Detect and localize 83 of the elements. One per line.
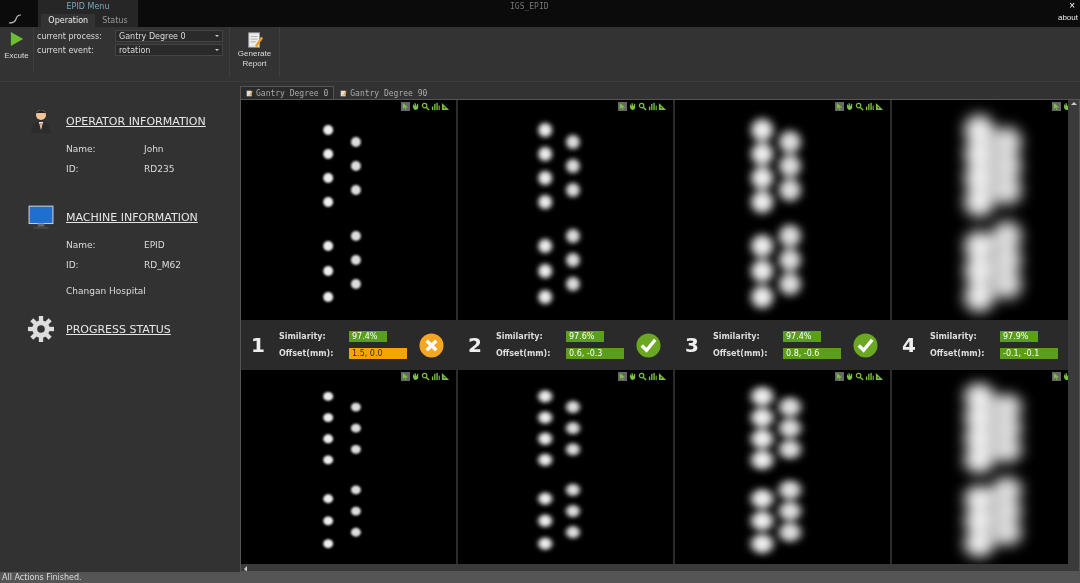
check-circle-icon: [636, 332, 661, 358]
histogram-tool-icon[interactable]: [648, 372, 657, 381]
angle-tool-icon[interactable]: [875, 102, 884, 111]
result-number: 2: [468, 333, 483, 357]
similarity-value: 97.4%: [783, 331, 821, 342]
execute-button[interactable]: Excute: [0, 27, 34, 73]
offset-label: Offset(mm):: [713, 349, 769, 358]
hand-tool-icon[interactable]: [845, 102, 854, 111]
check-circle-icon: [853, 332, 878, 358]
hand-tool-icon[interactable]: [411, 102, 420, 111]
info-label: Name:: [66, 240, 97, 252]
zoom-tool-icon[interactable]: [421, 372, 430, 381]
similarity-label: Similarity:: [930, 332, 978, 341]
offset-value: 1.5, 0.0: [349, 348, 407, 359]
info-value: EPID: [144, 240, 165, 252]
field-label: current event:: [37, 45, 95, 55]
hand-tool-icon[interactable]: [628, 372, 637, 381]
result-number: 3: [685, 333, 700, 357]
info-value: RD235: [144, 164, 175, 176]
similarity-value: 97.6%: [566, 331, 604, 342]
info-value: John: [144, 144, 164, 156]
section-title: PROGRESS STATUS: [66, 322, 171, 336]
field-label: current process:: [37, 31, 103, 41]
offset-value: 0.8, -0.6: [783, 348, 841, 359]
play-icon: [9, 31, 24, 47]
close-button[interactable]: ×: [1066, 0, 1078, 11]
document-icon: [246, 89, 253, 97]
offset-label: Offset(mm):: [279, 349, 335, 358]
similarity-value: 97.4%: [349, 331, 387, 342]
angle-tool-icon[interactable]: [875, 372, 884, 381]
angle-tool-icon[interactable]: [441, 102, 450, 111]
info-label: ID:: [66, 164, 80, 176]
offset-value: -0.1, -0.1: [1000, 348, 1058, 359]
section-title: MACHINE INFORMATION: [66, 210, 198, 224]
monitor-icon: [28, 204, 54, 230]
zoom-tool-icon[interactable]: [421, 102, 430, 111]
document-icon: [340, 89, 348, 97]
window-title: IGS_EPID: [510, 2, 549, 11]
section-title: OPERATOR INFORMATION: [66, 114, 206, 128]
histogram-tool-icon[interactable]: [431, 372, 440, 381]
menu-group-title: EPID Menu: [66, 2, 110, 11]
dropdown-field[interactable]: rotation: [115, 44, 223, 56]
result-number: 4: [902, 333, 917, 357]
image-tab[interactable]: Gantry Degree 0: [240, 86, 335, 99]
hand-tool-icon[interactable]: [628, 102, 637, 111]
similarity-label: Similarity:: [496, 332, 544, 341]
image-tab[interactable]: Gantry Degree 90: [334, 86, 434, 99]
angle-tool-icon[interactable]: [658, 372, 667, 381]
histogram-tool-icon[interactable]: [865, 372, 874, 381]
zoom-tool-icon[interactable]: [638, 372, 647, 381]
angle-tool-icon[interactable]: [441, 372, 450, 381]
generate-report-button[interactable]: Generate Report: [230, 27, 280, 77]
zoom-tool-icon[interactable]: [855, 102, 864, 111]
hand-tool-icon[interactable]: [411, 372, 420, 381]
hospital-name: Changan Hospital: [66, 286, 147, 296]
document-pencil-icon: [245, 31, 264, 49]
offset-value: 0.6, -0.3: [566, 348, 624, 359]
info-value: RD_M62: [144, 260, 181, 272]
similarity-label: Similarity:: [713, 332, 761, 341]
status-text: All Actions Finished.: [2, 573, 82, 582]
zoom-tool-icon[interactable]: [855, 372, 864, 381]
zoom-tool-icon[interactable]: [638, 102, 647, 111]
offset-label: Offset(mm):: [930, 349, 986, 358]
offset-label: Offset(mm):: [496, 349, 552, 358]
vertical-scrollbar[interactable]: [1068, 100, 1079, 571]
cross-circle-icon: [419, 332, 444, 358]
gear-icon: [28, 316, 54, 342]
dropdown-field[interactable]: Gantry Degree 0: [115, 30, 223, 42]
similarity-label: Similarity:: [279, 332, 327, 341]
info-label: ID:: [66, 260, 80, 272]
about-link[interactable]: about: [1057, 13, 1078, 22]
ribbon-tab[interactable]: Operation: [41, 14, 96, 27]
histogram-tool-icon[interactable]: [865, 102, 874, 111]
info-label: Name:: [66, 144, 97, 156]
histogram-tool-icon[interactable]: [648, 102, 657, 111]
similarity-value: 97.9%: [1000, 331, 1038, 342]
logo-icon: [8, 14, 22, 24]
histogram-tool-icon[interactable]: [431, 102, 440, 111]
hand-tool-icon[interactable]: [845, 372, 854, 381]
person-icon: [28, 108, 54, 134]
angle-tool-icon[interactable]: [658, 102, 667, 111]
ribbon-tab[interactable]: Status: [95, 14, 135, 27]
result-number: 1: [251, 333, 266, 357]
